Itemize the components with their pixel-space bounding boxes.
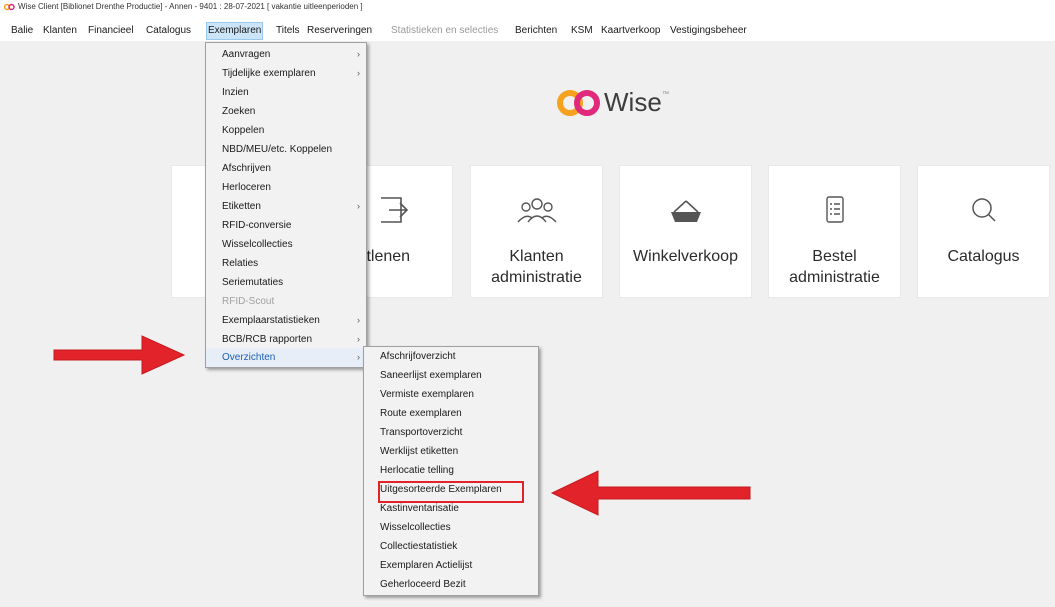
chevron-right-icon: › [357,334,360,344]
menu-item-geherloceerd-bezit[interactable]: Geherloceerd Bezit [364,575,538,594]
menu-item-transportoverzicht[interactable]: Transportoverzicht [364,423,538,442]
chevron-right-icon: › [357,49,360,59]
chevron-right-icon: › [357,201,360,211]
menu-ksm[interactable]: KSM [570,23,594,39]
menu-vestigingsbeheer[interactable]: Vestigingsbeheer [669,23,748,39]
tile-winkelverkoop-label: Winkelverkoop [633,248,738,265]
chevron-right-icon: › [357,68,360,78]
menu-item-tijdelijke-exemplaren[interactable]: Tijdelijke exemplaren › [206,64,366,83]
menu-item-aanvragen[interactable]: Aanvragen › [206,45,366,64]
menu-item-collectiestatistiek[interactable]: Collectiestatistiek [364,537,538,556]
menu-kaartverkoop[interactable]: Kaartverkoop [600,23,661,39]
overzichten-submenu: Afschrijfoverzicht Saneerlijst exemplare… [363,346,539,596]
wise-trademark: ™ [662,91,669,98]
menu-titels[interactable]: Titels [275,23,301,39]
list-icon [769,194,900,224]
menu-item-werklijst-etiketten[interactable]: Werklijst etiketten [364,442,538,461]
menu-financieel[interactable]: Financieel [87,23,135,39]
arrow-right-icon [53,335,186,375]
exemplaren-dropdown: Aanvragen › Tijdelijke exemplaren › Inzien… [205,42,367,368]
menu-statistieken[interactable]: Statistieken en selecties [390,23,499,39]
menu-item-seriemutaties[interactable]: Seriemutaties [206,273,366,292]
menu-item-relaties[interactable]: Relaties [206,254,366,273]
menu-berichten[interactable]: Berichten [514,23,558,39]
tile-klanten-administratie[interactable]: Klanten administratie [470,165,603,298]
wise-logo-icon [4,3,15,11]
menu-item-wisselcollecties-overzicht[interactable]: Wisselcollecties [364,518,538,537]
menu-reserveringen[interactable]: Reserveringen [306,23,373,39]
menu-item-exemplaarstatistieken[interactable]: Exemplaarstatistieken › [206,311,366,330]
menu-catalogus[interactable]: Catalogus [145,23,192,39]
chevron-right-icon: › [357,352,360,362]
menu-item-rfid-scout: RFID-Scout [222,296,275,307]
menu-item-inzien[interactable]: Inzien [206,83,366,102]
menu-item-exemplaren-actielijst[interactable]: Exemplaren Actielijst [364,556,538,575]
wise-logo-mark-icon [557,90,600,116]
arrow-left-icon [550,470,751,516]
menu-item-rfid-conversie[interactable]: RFID-conversie [206,216,366,235]
people-icon [471,194,602,224]
menu-item-bcb-rcb-rapporten[interactable]: BCB/RCB rapporten › [206,330,366,349]
window-titlebar: Wise Client [Biblionet Drenthe Productie… [0,0,1055,14]
wise-brand-name: Wise [604,87,662,117]
menu-item-overzichten[interactable]: Overzichten › [206,348,366,367]
menu-item-herlocatie-telling[interactable]: Herlocatie telling [364,461,538,480]
menu-item-vermiste-exemplaren[interactable]: Vermiste exemplaren [364,385,538,404]
menu-item-route-exemplaren[interactable]: Route exemplaren [364,404,538,423]
window-title: Wise Client [Biblionet Drenthe Productie… [18,2,363,11]
basket-icon [620,194,751,224]
menu-item-afschrijven[interactable]: Afschrijven [206,159,366,178]
highlight-box [378,481,524,503]
menu-item-saneerlijst[interactable]: Saneerlijst exemplaren [364,366,538,385]
menu-balie[interactable]: Balie [10,23,34,39]
menu-item-afschrijfoverzicht[interactable]: Afschrijfoverzicht [364,347,538,366]
menu-item-nbd-koppelen[interactable]: NBD/MEU/etc. Koppelen [206,140,366,159]
tile-catalogus-label: Catalogus [947,248,1020,265]
menu-item-zoeken[interactable]: Zoeken [206,102,366,121]
tile-catalogus[interactable]: Catalogus [917,165,1050,298]
menu-item-herloceren[interactable]: Herloceren [206,178,366,197]
tile-bestel-administratie[interactable]: Bestel administratie [768,165,901,298]
menu-item-wisselcollecties[interactable]: Wisselcollecties [206,235,366,254]
menu-exemplaren[interactable]: Exemplaren [206,22,264,40]
chevron-right-icon: › [357,315,360,325]
main-menubar: Balie Klanten Financieel Catalogus Exemp… [0,22,1055,40]
tile-winkelverkoop[interactable]: Winkelverkoop [619,165,752,298]
menu-item-koppelen[interactable]: Koppelen [206,121,366,140]
search-icon [918,194,1049,224]
menu-item-etiketten[interactable]: Etiketten › [206,197,366,216]
tile-klanten-label: Klanten administratie [491,248,582,286]
tile-bestel-label: Bestel administratie [789,248,880,286]
menu-klanten[interactable]: Klanten [42,23,78,39]
wise-brand: Wise ™ [556,87,686,117]
